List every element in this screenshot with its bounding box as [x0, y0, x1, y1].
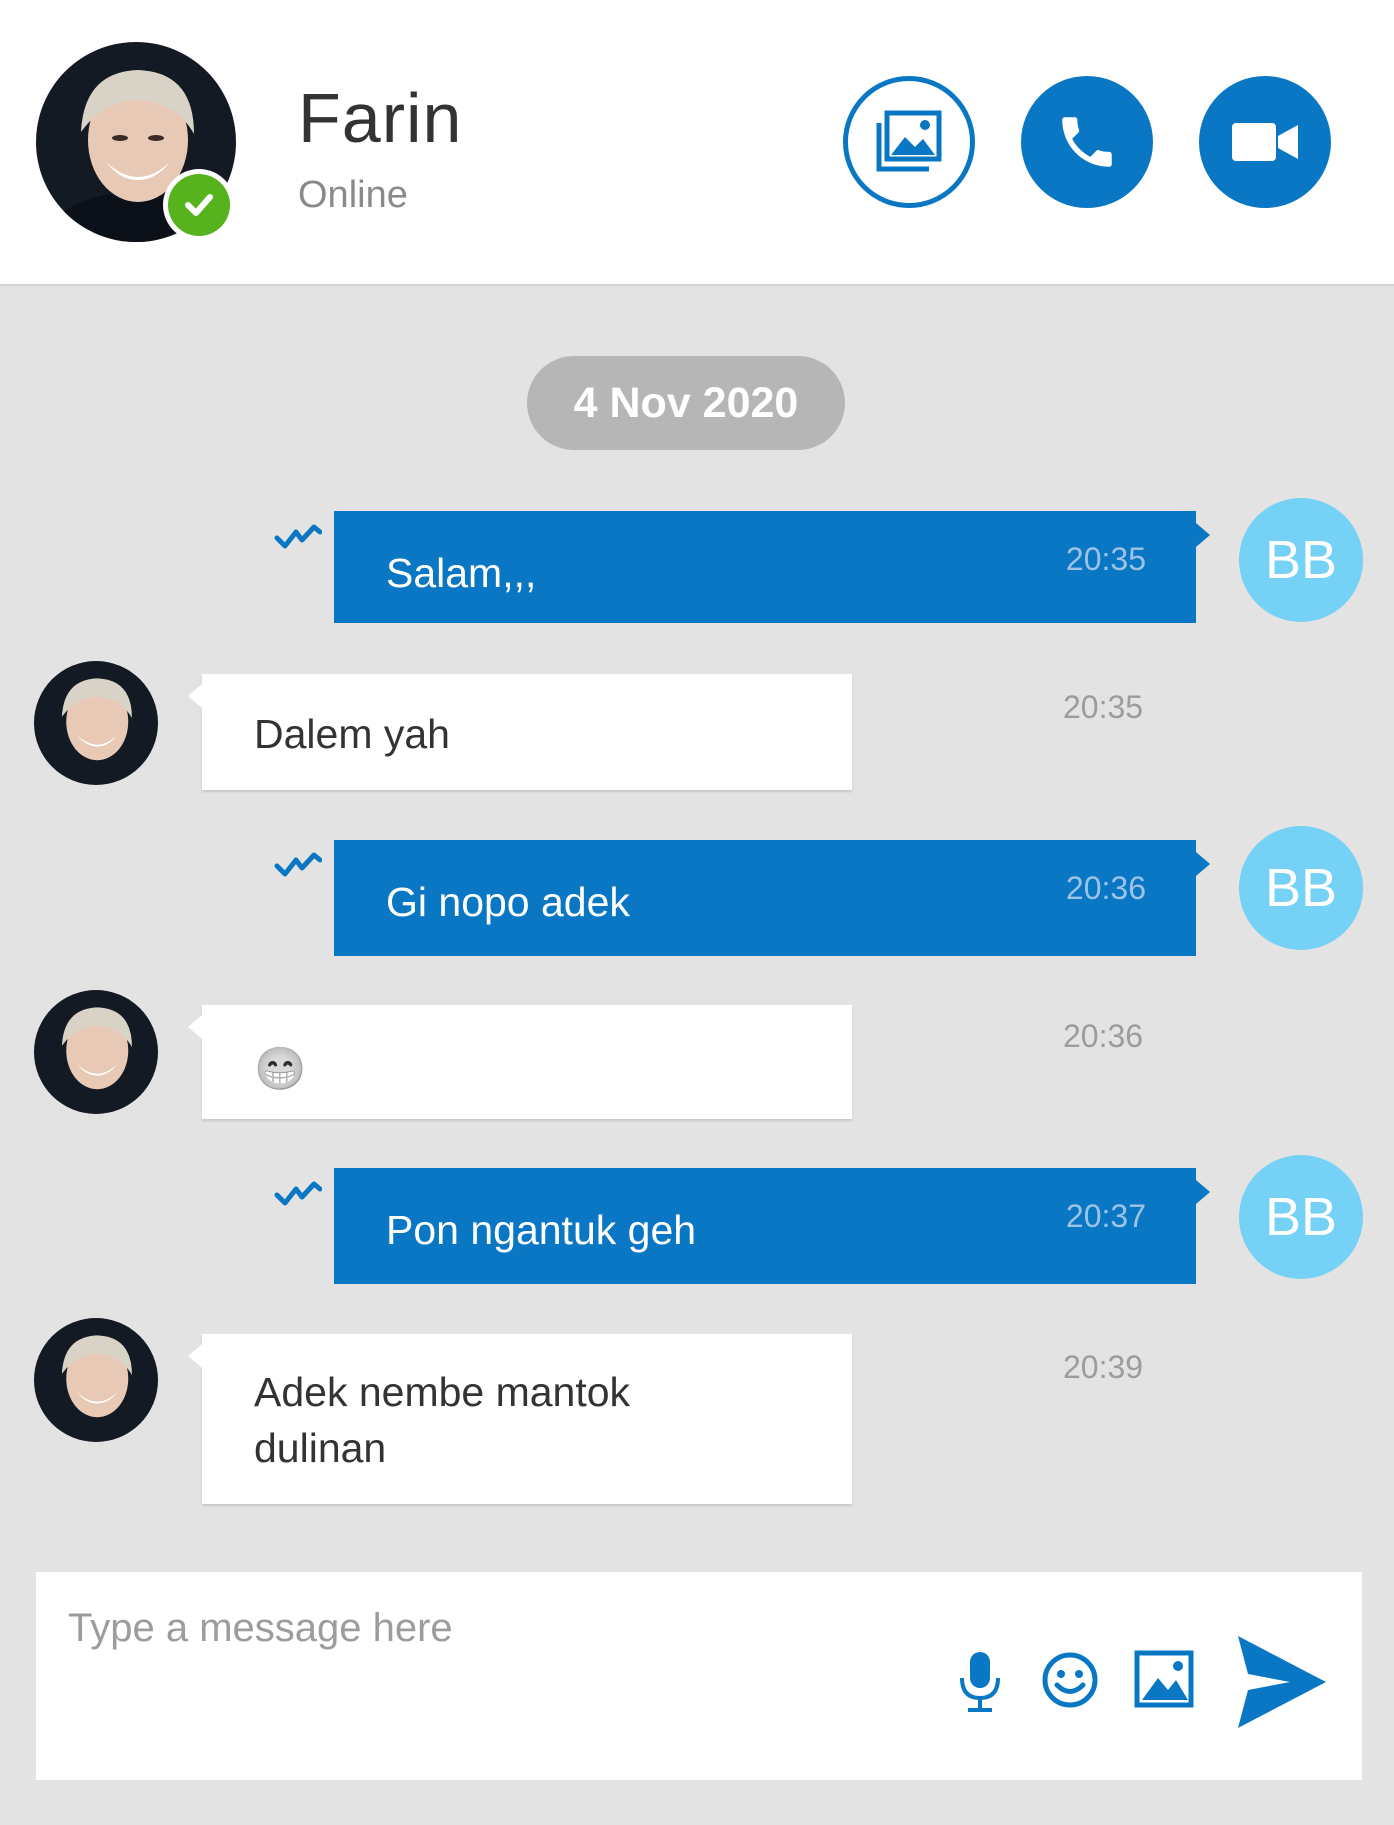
message-text: Adek nembe mantok dulinan	[254, 1369, 631, 1471]
message-bubble-incoming[interactable]: Adek nembe mantok dulinan	[188, 1334, 852, 1504]
message-text: Dalem yah	[254, 711, 450, 757]
contact-avatar-small[interactable]	[34, 661, 158, 785]
user-avatar[interactable]: BB	[1239, 1155, 1363, 1279]
phone-icon	[1062, 117, 1112, 167]
date-separator: 4 Nov 2020	[527, 356, 845, 450]
video-camera-icon	[1232, 123, 1298, 161]
chat-header: Farin Online	[0, 0, 1394, 286]
gallery-button[interactable]	[843, 76, 975, 208]
message-bubble-incoming[interactable]: Dalem yah	[188, 674, 852, 790]
video-call-button[interactable]	[1199, 76, 1331, 208]
contact-avatar-small[interactable]	[34, 1318, 158, 1442]
message-bubble-outgoing[interactable]: Pon ngantuk geh 20:37	[334, 1168, 1210, 1284]
message-time: 20:35	[1063, 689, 1144, 725]
smiley-icon[interactable]	[1040, 1650, 1100, 1710]
send-icon[interactable]	[1234, 1632, 1330, 1732]
grinning-face-icon: 😁	[254, 1045, 307, 1092]
delivered-icon	[274, 524, 322, 549]
microphone-icon[interactable]	[956, 1650, 1004, 1714]
contact-avatar-small[interactable]	[34, 990, 158, 1114]
message-bubble-outgoing[interactable]: Salam,,, 20:35	[334, 511, 1210, 623]
user-avatar[interactable]: BB	[1239, 498, 1363, 622]
message-time: 20:39	[1063, 1349, 1144, 1385]
message-time: 20:36	[1063, 1018, 1144, 1054]
call-button[interactable]	[1021, 76, 1153, 208]
image-icon[interactable]	[1134, 1650, 1194, 1708]
contact-name: Farin	[298, 79, 463, 157]
message-text: Pon ngantuk geh	[386, 1207, 697, 1253]
presence-indicator	[163, 169, 235, 241]
message-time: 20:36	[1065, 870, 1146, 906]
user-avatar[interactable]: BB	[1239, 826, 1363, 950]
message-bubble-incoming[interactable]: 😁	[188, 1005, 852, 1119]
delivered-icon	[274, 1181, 322, 1206]
message-time: 20:37	[1065, 1198, 1146, 1234]
message-text: Salam,,,	[386, 550, 537, 596]
message-composer[interactable]: Type a message here	[36, 1572, 1362, 1780]
delivered-icon	[274, 852, 322, 877]
message-text: Gi nopo adek	[386, 879, 630, 925]
contact-status: Online	[298, 174, 408, 216]
image-gallery-icon	[876, 110, 942, 172]
message-input[interactable]: Type a message here	[68, 1606, 453, 1651]
message-time: 20:35	[1065, 541, 1146, 577]
message-bubble-outgoing[interactable]: Gi nopo adek 20:36	[334, 840, 1210, 956]
check-icon	[168, 174, 230, 236]
